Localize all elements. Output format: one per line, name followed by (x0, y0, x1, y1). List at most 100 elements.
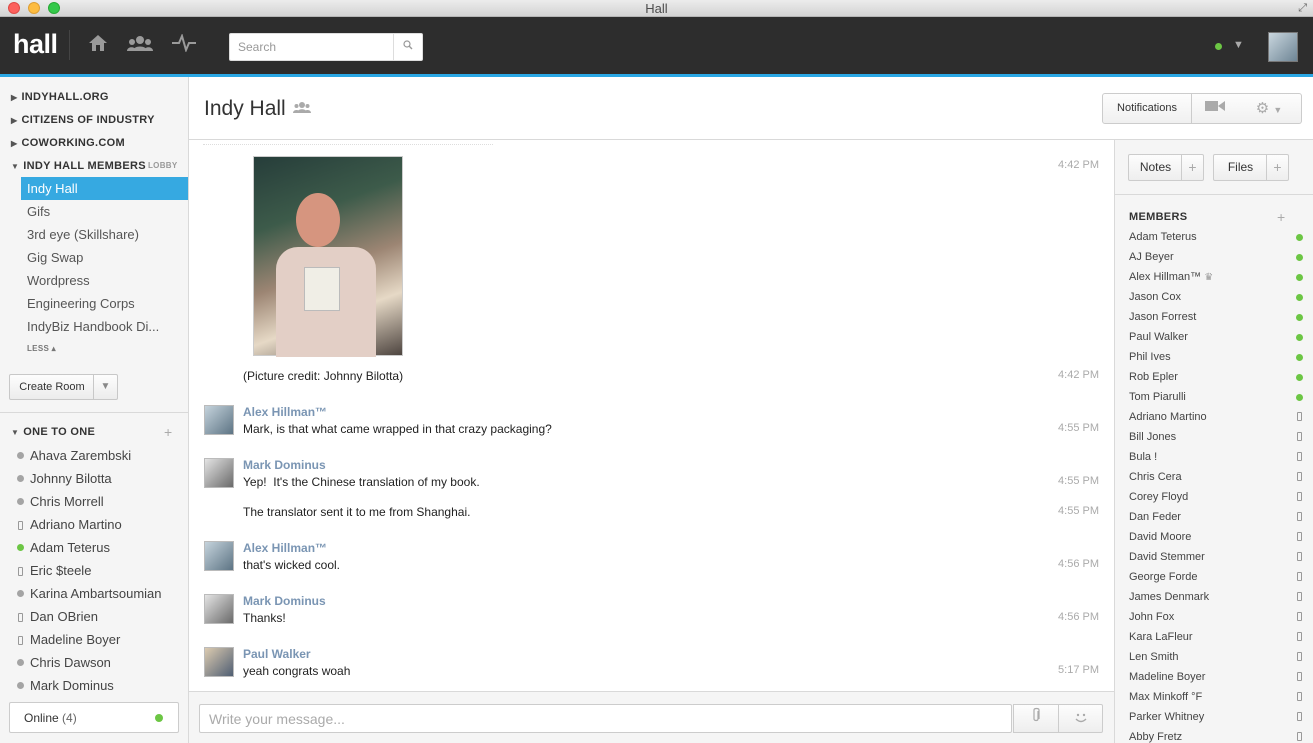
caret-right-icon: ▶ (11, 116, 18, 125)
avatar[interactable] (204, 541, 234, 571)
one-to-one-person[interactable]: Mark Dominus (17, 678, 114, 693)
avatar[interactable] (204, 594, 234, 624)
member-item[interactable]: Tom Piarulli (1129, 391, 1304, 403)
member-item[interactable]: Phil Ives (1129, 351, 1304, 363)
member-item[interactable]: Chris Cera (1129, 471, 1304, 483)
sidebar-group-indy-hall-members[interactable]: ▼ INDY HALL MEMBERS (11, 160, 146, 172)
member-item[interactable]: Adam Teterus (1129, 231, 1304, 243)
member-item[interactable]: Jason Forrest (1129, 311, 1304, 323)
sidebar-room-gifs[interactable]: Gifs (21, 200, 188, 223)
offline-status-icon (17, 475, 24, 482)
message-timestamp: 4:55 PM (1058, 475, 1099, 487)
activity-icon[interactable] (172, 33, 196, 57)
sidebar-room-indy-hall[interactable]: Indy Hall (21, 177, 188, 200)
notes-button[interactable]: Notes (1129, 155, 1182, 180)
member-item[interactable]: Jason Cox (1129, 291, 1304, 303)
hall-logo[interactable]: hall (13, 29, 58, 60)
one-to-one-person[interactable]: Chris Dawson (17, 655, 111, 670)
posted-image[interactable] (253, 156, 403, 357)
add-note-icon[interactable]: + (1181, 155, 1203, 180)
one-to-one-person[interactable]: Adriano Martino (17, 517, 122, 532)
search-input[interactable] (230, 34, 394, 60)
page-title: Indy Hall (204, 97, 286, 120)
online-status-icon (1296, 274, 1303, 281)
sidebar-room-gig-swap[interactable]: Gig Swap (21, 246, 188, 269)
member-item[interactable]: George Forde (1129, 571, 1304, 583)
sidebar-group-indyhall-org[interactable]: ▶ INDYHALL.ORG (11, 91, 109, 103)
member-item[interactable]: Dan Feder (1129, 511, 1304, 523)
member-item[interactable]: John Fox (1129, 611, 1304, 623)
sidebar-group-coworking-com[interactable]: ▶ COWORKING.COM (11, 137, 125, 149)
notifications-button[interactable]: Notifications (1103, 94, 1192, 123)
member-item[interactable]: Kara LaFleur (1129, 631, 1304, 643)
user-avatar[interactable] (1268, 32, 1298, 62)
avatar[interactable] (204, 647, 234, 677)
message-timestamp: 4:42 PM (1058, 159, 1099, 171)
people-icon[interactable] (127, 34, 153, 57)
gear-icon[interactable]: ⚙ ▼ (1238, 94, 1300, 123)
member-item[interactable]: David Moore (1129, 531, 1304, 543)
create-room-button[interactable]: Create Room (10, 375, 94, 399)
message-text: The translator sent it to me from Shangh… (243, 505, 471, 519)
paperclip-icon[interactable] (1014, 705, 1059, 732)
caret-down-icon: ▼ (11, 428, 20, 437)
one-to-one-person[interactable]: Madeline Boyer (17, 632, 120, 647)
smiley-icon[interactable] (1059, 705, 1103, 732)
online-status-selector[interactable]: Online (4) (9, 702, 179, 733)
lobby-badge[interactable]: LOBBY (148, 161, 178, 170)
member-item[interactable]: AJ Beyer (1129, 251, 1304, 263)
one-to-one-person[interactable]: Chris Morrell (17, 494, 104, 509)
avatar[interactable] (204, 458, 234, 488)
message-author[interactable]: Alex Hillman™ (243, 405, 327, 419)
message-author[interactable]: Alex Hillman™ (243, 541, 327, 555)
one-to-one-person[interactable]: Dan OBrien (17, 609, 98, 624)
search-icon[interactable] (393, 34, 422, 60)
sidebar-group-citizens-of-industry[interactable]: ▶ CITIZENS OF INDUSTRY (11, 114, 155, 126)
video-icon[interactable] (1192, 94, 1239, 123)
sidebar-room-indybiz-handbook[interactable]: IndyBiz Handbook Di... (21, 315, 188, 338)
message-author[interactable]: Paul Walker (243, 647, 311, 661)
sidebar-room-engineering-corps[interactable]: Engineering Corps (21, 292, 188, 315)
member-item[interactable]: Paul Walker (1129, 331, 1304, 343)
member-item[interactable]: Abby Fretz (1129, 731, 1304, 743)
sidebar-room-wordpress[interactable]: Wordpress (21, 269, 188, 292)
scroll-clip-line (203, 140, 493, 145)
message-author[interactable]: Mark Dominus (243, 594, 326, 608)
member-item[interactable]: Alex Hillman™ ♛ (1129, 271, 1304, 283)
avatar[interactable] (204, 405, 234, 435)
member-item[interactable]: Bula ! (1129, 451, 1304, 463)
member-item[interactable]: Max Minkoff °F (1129, 691, 1304, 703)
member-item[interactable]: Bill Jones (1129, 431, 1304, 443)
mobile-status-icon (18, 521, 23, 530)
member-item[interactable]: David Stemmer (1129, 551, 1304, 563)
one-to-one-person[interactable]: Eric $teele (17, 563, 91, 578)
one-to-one-person[interactable]: Adam Teterus (17, 540, 110, 555)
member-item[interactable]: Corey Floyd (1129, 491, 1304, 503)
one-to-one-person[interactable]: Ahava Zarembski (17, 448, 131, 463)
add-file-icon[interactable]: + (1266, 155, 1288, 180)
chevron-down-icon[interactable]: ▼ (1233, 39, 1244, 51)
member-item[interactable]: Madeline Boyer (1129, 671, 1304, 683)
sidebar-room-3rd-eye[interactable]: 3rd eye (Skillshare) (21, 223, 188, 246)
member-item[interactable]: Len Smith (1129, 651, 1304, 663)
member-item[interactable]: Parker Whitney (1129, 711, 1304, 723)
sidebar-group-one-to-one[interactable]: ▼ ONE TO ONE (11, 426, 95, 438)
add-one-to-one-icon[interactable]: + (164, 424, 172, 440)
member-item[interactable]: James Denmark (1129, 591, 1304, 603)
one-to-one-person[interactable]: Karina Ambartsoumian (17, 586, 162, 601)
fullscreen-icon[interactable]: ⤢ (1298, 2, 1307, 15)
user-status-dot[interactable] (1215, 43, 1222, 50)
room-members-icon[interactable] (293, 101, 311, 116)
less-toggle[interactable]: LESS ▴ (27, 344, 56, 353)
message-input[interactable] (199, 704, 1012, 733)
home-icon[interactable] (88, 34, 108, 57)
online-status-icon (17, 544, 24, 551)
message-author[interactable]: Mark Dominus (243, 458, 326, 472)
member-item[interactable]: Adriano Martino (1129, 411, 1304, 423)
member-item[interactable]: Rob Epler (1129, 371, 1304, 383)
add-member-icon[interactable]: + (1277, 209, 1285, 225)
mobile-status-icon (18, 613, 23, 622)
one-to-one-person[interactable]: Johnny Bilotta (17, 471, 112, 486)
files-button[interactable]: Files (1214, 155, 1267, 180)
chevron-down-icon[interactable]: ▼ (93, 375, 117, 399)
